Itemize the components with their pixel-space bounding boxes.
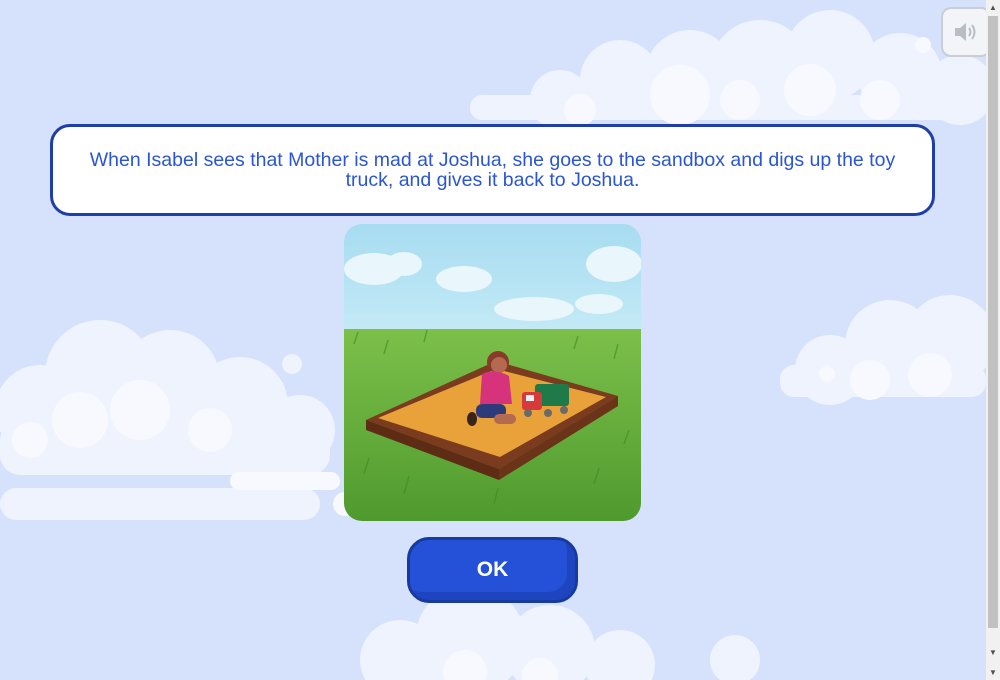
scroll-up-arrow-icon[interactable]: ▲ [986, 0, 1000, 14]
scroll-down-arrow-icon[interactable]: ▼ [986, 645, 1000, 659]
activity-stage: When Isabel sees that Mother is mad at J… [0, 0, 986, 680]
sandbox-illustration [344, 224, 641, 521]
story-caption-box: When Isabel sees that Mother is mad at J… [50, 124, 935, 216]
story-caption-text: When Isabel sees that Mother is mad at J… [89, 149, 896, 191]
scroll-end-arrow-icon[interactable]: ▼ [986, 665, 1000, 679]
speaker-icon [955, 23, 976, 41]
scrollbar-thumb[interactable] [988, 16, 998, 628]
story-illustration [344, 224, 641, 521]
vertical-scrollbar[interactable]: ▲ ▼ ▼ [986, 0, 1000, 680]
ok-button[interactable]: OK [407, 537, 578, 603]
sound-button[interactable] [941, 7, 991, 57]
